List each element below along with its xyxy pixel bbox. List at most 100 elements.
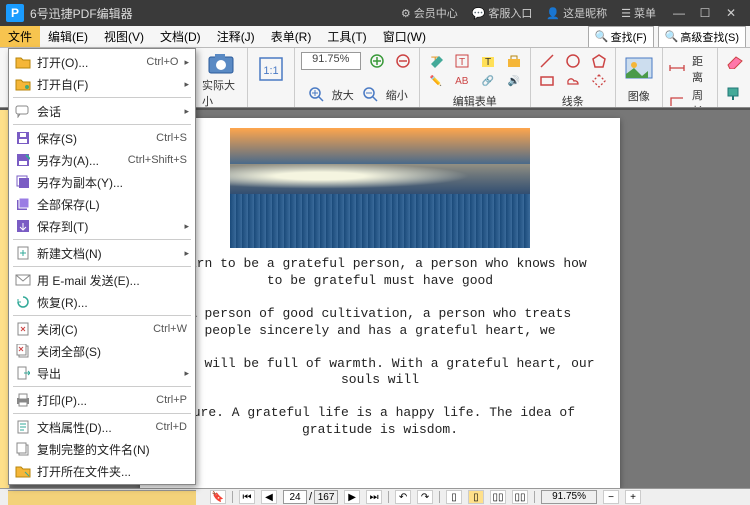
file-menu-label: 文档属性(D)... xyxy=(37,419,156,436)
menu-edit[interactable]: 编辑(E) xyxy=(40,26,96,48)
rect-shape-icon[interactable] xyxy=(537,71,557,91)
file-menu-item-16[interactable]: 关闭(C)Ctrl+W xyxy=(9,318,195,340)
image-button[interactable] xyxy=(622,51,656,86)
submenu-arrow-icon: ▸ xyxy=(184,79,189,90)
text-tool-button[interactable]: T xyxy=(452,51,472,71)
restore-icon xyxy=(13,293,33,311)
file-menu-label: 打开自(F) xyxy=(37,76,180,93)
member-center-link[interactable]: ⚙ 会员中心 xyxy=(401,5,458,21)
menu-window[interactable]: 窗口(W) xyxy=(375,26,434,48)
file-menu-item-14[interactable]: 恢复(R)... xyxy=(9,291,195,313)
screenshot-button[interactable] xyxy=(204,51,238,75)
file-menu-item-18[interactable]: 导出▸ xyxy=(9,362,195,384)
file-menu-item-3[interactable]: 会话▸ xyxy=(9,100,195,122)
pencil-icon[interactable]: ✏️ xyxy=(426,71,446,91)
file-menu-item-22[interactable]: 文档属性(D)...Ctrl+D xyxy=(9,416,195,438)
svg-text:1:1: 1:1 xyxy=(263,65,278,77)
nickname-link[interactable]: 👤 这是昵称 xyxy=(546,5,607,21)
zoom-select[interactable]: 91.75% xyxy=(301,52,361,70)
props-icon xyxy=(13,418,33,436)
shortcut-label: Ctrl+D xyxy=(156,421,187,433)
zoom-sub-button[interactable] xyxy=(393,51,413,71)
support-link[interactable]: 💬 客服入口 xyxy=(472,5,533,21)
next-page-button[interactable]: ▶ xyxy=(344,490,360,504)
link-icon[interactable]: 🔗 xyxy=(478,71,498,91)
line-shape-icon[interactable] xyxy=(537,51,557,71)
submenu-arrow-icon: ▸ xyxy=(184,248,189,259)
file-menu-item-17[interactable]: 关闭全部(S) xyxy=(9,340,195,362)
file-menu-label: 关闭全部(S) xyxy=(37,343,189,360)
layout-contfacing-button[interactable]: ▯▯ xyxy=(512,490,528,504)
file-menu-item-11[interactable]: 新建文档(N)▸ xyxy=(9,242,195,264)
main-menu-link[interactable]: ☰ 菜单 xyxy=(621,5,656,21)
menu-file[interactable]: 文件 xyxy=(0,26,40,48)
zoom-in-button[interactable] xyxy=(306,84,326,104)
realsize-label: 实际大小 xyxy=(202,77,241,108)
status-zoom-select[interactable]: 91.75% xyxy=(541,490,597,504)
paint-icon[interactable] xyxy=(724,84,744,104)
stamp-button[interactable] xyxy=(504,51,524,71)
advanced-find-button[interactable]: 🔍高级查找(S) xyxy=(658,26,746,48)
file-menu-label: 全部保存(L) xyxy=(37,196,189,213)
prev-page-button[interactable]: ◀ xyxy=(261,490,277,504)
file-menu-label: 保存到(T) xyxy=(37,218,180,235)
sound-icon[interactable]: 🔊 xyxy=(504,71,524,91)
file-menu-item-20[interactable]: 打印(P)...Ctrl+P xyxy=(9,389,195,411)
file-menu-label: 打印(P)... xyxy=(37,392,156,409)
polygon-shape-icon[interactable] xyxy=(589,51,609,71)
menu-tools[interactable]: 工具(T) xyxy=(319,26,374,48)
zoom-minus-button[interactable]: − xyxy=(603,490,619,504)
eraser-icon[interactable] xyxy=(724,51,744,71)
side-tabs xyxy=(8,490,196,505)
page-current-input[interactable] xyxy=(283,490,307,504)
file-menu-item-6[interactable]: 另存为(A)...Ctrl+Shift+S xyxy=(9,149,195,171)
edit-form-label: 编辑表单 xyxy=(453,93,497,108)
file-menu-item-7[interactable]: 另存为副本(Y)... xyxy=(9,171,195,193)
last-page-button[interactable]: ⏭ xyxy=(366,490,382,504)
distance-icon[interactable] xyxy=(669,58,686,78)
actual-size-button[interactable]: 1:1 xyxy=(254,51,288,87)
save-icon xyxy=(13,129,33,147)
file-menu-item-24[interactable]: 打开所在文件夹... xyxy=(9,460,195,482)
circle-shape-icon[interactable] xyxy=(563,51,583,71)
minimize-button[interactable]: — xyxy=(666,3,692,23)
file-menu-item-1[interactable]: 打开自(F) ▸ xyxy=(9,73,195,95)
first-page-button[interactable]: ⏮ xyxy=(239,490,255,504)
submenu-arrow-icon: ▸ xyxy=(184,106,189,117)
layout-cont-button[interactable]: ▯ xyxy=(468,490,484,504)
bookmark-toggle[interactable]: 🔖 xyxy=(210,490,226,504)
text-edit-button[interactable]: T xyxy=(426,51,446,71)
menu-annotate[interactable]: 注释(J) xyxy=(209,26,263,48)
file-menu-item-23[interactable]: 复制完整的文件名(N) xyxy=(9,438,195,460)
file-menu-item-13[interactable]: 用 E-mail 发送(E)... xyxy=(9,269,195,291)
menu-form[interactable]: 表单(R) xyxy=(263,26,320,48)
menu-view[interactable]: 视图(V) xyxy=(96,26,152,48)
export-icon xyxy=(13,364,33,382)
find-button[interactable]: 🔍查找(F) xyxy=(588,26,654,48)
zoom-add-button[interactable] xyxy=(367,51,387,71)
highlight-button[interactable]: T xyxy=(478,51,498,71)
nav-fwd-button[interactable]: ↷ xyxy=(417,490,433,504)
file-menu-item-8[interactable]: 全部保存(L) xyxy=(9,193,195,215)
ab-icon[interactable]: AB xyxy=(452,71,472,91)
shortcut-label: Ctrl+O xyxy=(146,56,178,68)
file-menu-item-5[interactable]: 保存(S)Ctrl+S xyxy=(9,127,195,149)
svg-text:T: T xyxy=(485,57,491,68)
layout-single-button[interactable]: ▯ xyxy=(446,490,462,504)
dashpoly-icon[interactable] xyxy=(589,71,609,91)
file-menu-item-0[interactable]: 打开(O)...Ctrl+O▸ xyxy=(9,51,195,73)
nav-back-button[interactable]: ↶ xyxy=(395,490,411,504)
file-menu-label: 导出 xyxy=(37,365,180,382)
menu-document[interactable]: 文档(D) xyxy=(152,26,209,48)
saveas-icon xyxy=(13,151,33,169)
cloud-shape-icon[interactable] xyxy=(563,71,583,91)
close-window-button[interactable]: ✕ xyxy=(718,3,744,23)
openloc-icon xyxy=(13,462,33,480)
perimeter-icon[interactable] xyxy=(669,92,686,108)
titlebar: P 6号迅捷PDF编辑器 ⚙ 会员中心 💬 客服入口 👤 这是昵称 ☰ 菜单 —… xyxy=(0,0,750,26)
maximize-button[interactable]: ☐ xyxy=(692,3,718,23)
file-menu-item-9[interactable]: 保存到(T)▸ xyxy=(9,215,195,237)
layout-facing-button[interactable]: ▯▯ xyxy=(490,490,506,504)
zoom-plus-button[interactable]: + xyxy=(625,490,641,504)
zoom-out-button[interactable] xyxy=(360,84,380,104)
